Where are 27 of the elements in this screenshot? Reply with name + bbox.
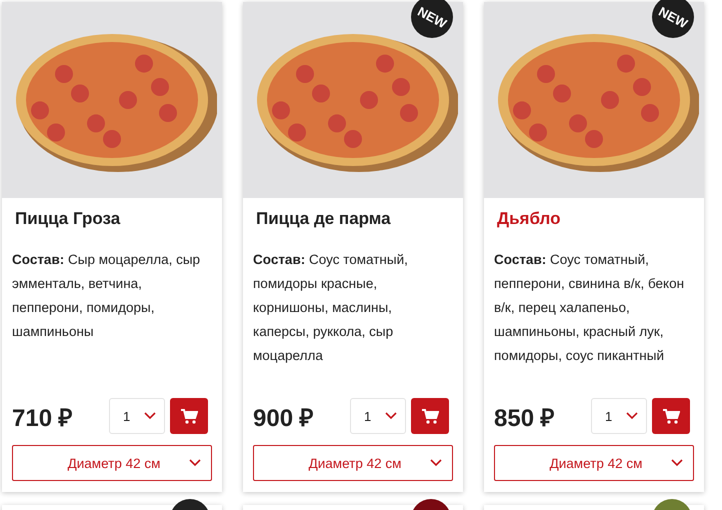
cart-icon <box>180 408 198 424</box>
product-price: 710 ₽ <box>12 404 74 432</box>
product-price: 900 ₽ <box>253 404 315 432</box>
size-select[interactable]: Диаметр 42 см <box>494 445 694 481</box>
chevron-down-icon <box>626 412 638 420</box>
chevron-down-icon <box>671 459 683 467</box>
product-composition: Состав: Соус томатный, помидоры красные, корнишоны, маслины, каперсы, руккола, сыр моцарелла <box>253 251 409 365</box>
chevron-down-icon <box>189 459 201 467</box>
quantity-select[interactable]: 1 <box>591 398 647 434</box>
quantity-select[interactable]: 1 <box>350 398 406 434</box>
chevron-down-icon <box>385 412 397 420</box>
add-to-cart-button[interactable] <box>652 398 690 434</box>
quantity-select[interactable]: 1 <box>109 398 165 434</box>
size-select[interactable]: Диаметр 42 см <box>12 445 212 481</box>
product-price: 850 ₽ <box>494 404 556 432</box>
size-select[interactable]: Диаметр 42 см <box>253 445 453 481</box>
product-title[interactable]: Пицца де парма <box>256 208 451 230</box>
cart-icon <box>662 408 680 424</box>
cart-icon <box>422 408 438 424</box>
chevron-down-icon <box>144 412 156 420</box>
chevron-down-icon <box>430 459 442 467</box>
product-title[interactable]: Дьябло <box>497 208 692 230</box>
product-title[interactable]: Пицца Гроза <box>15 208 210 230</box>
add-to-cart-button[interactable] <box>170 398 208 434</box>
product-composition: Состав: Сыр моцарелла, сыр эмменталь, ветчина, пепперони, помидоры, шампиньоны <box>12 251 202 341</box>
product-composition: Состав: Соус томатный, пепперони, свинина в/к, бекон в/к, перец халапеньо, шампиньоны, красный лук, помидоры, соус пикантный <box>494 251 686 365</box>
add-to-cart-button[interactable] <box>411 398 449 434</box>
